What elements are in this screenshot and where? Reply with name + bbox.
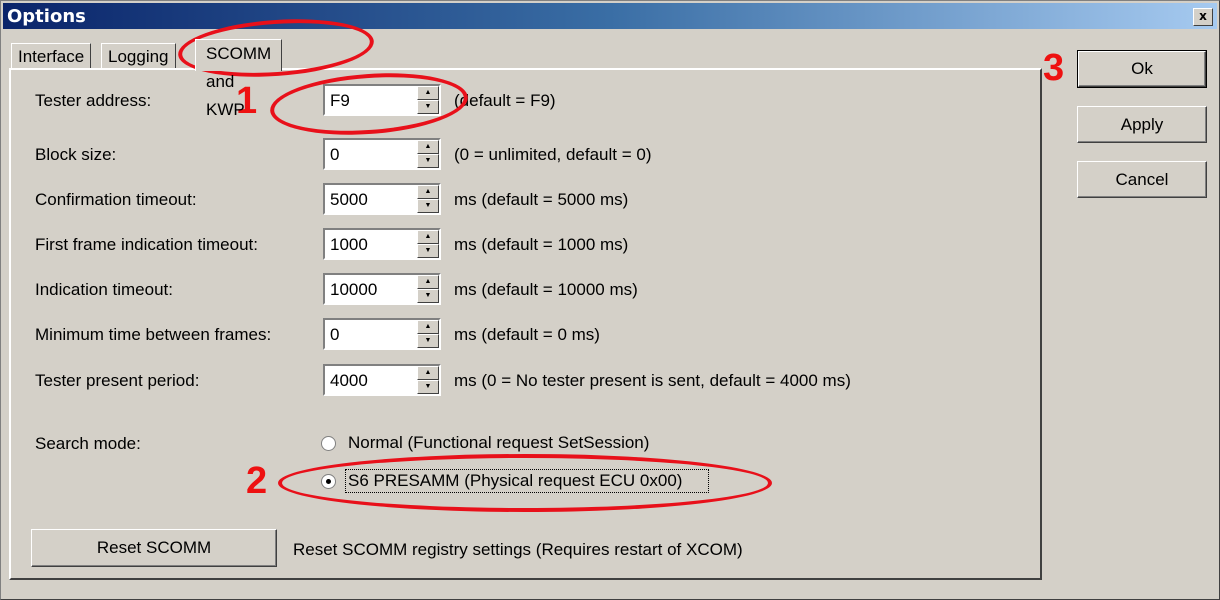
spin-down-icon[interactable]: ▼	[417, 154, 439, 168]
indication-timeout-hint: ms (default = 10000 ms)	[454, 280, 638, 299]
first-frame-timeout-value[interactable]: 1000	[330, 235, 368, 255]
spin-up-icon[interactable]: ▲	[417, 140, 439, 154]
options-dialog: Options x Interface Logging SCOMM and KW…	[0, 0, 1220, 600]
block-size-value[interactable]: 0	[330, 145, 339, 165]
radio-normal[interactable]: Normal (Functional request SetSession)	[321, 432, 651, 454]
reset-description: Reset SCOMM registry settings (Requires …	[293, 540, 743, 559]
tester-address-spinner[interactable]: F9 ▲ ▼	[323, 84, 441, 116]
radio-selected-icon[interactable]	[321, 473, 336, 489]
cancel-button[interactable]: Cancel	[1077, 161, 1207, 198]
tester-address-hint: (default = F9)	[454, 91, 556, 110]
spin-up-icon[interactable]: ▲	[417, 366, 439, 380]
radio-s6-presamm[interactable]: S6 PRESAMM (Physical request ECU 0x00)	[321, 469, 710, 493]
spin-down-icon[interactable]: ▼	[417, 334, 439, 348]
tester-present-period-label: Tester present period:	[35, 371, 200, 390]
block-size-spinner[interactable]: 0 ▲ ▼	[323, 138, 441, 170]
indication-timeout-spinner[interactable]: 10000 ▲ ▼	[323, 273, 441, 305]
ok-button[interactable]: Ok	[1077, 50, 1207, 88]
tester-present-period-spinner[interactable]: 4000 ▲ ▼	[323, 364, 441, 396]
tab-logging[interactable]: Logging	[101, 43, 176, 71]
first-frame-timeout-hint: ms (default = 1000 ms)	[454, 235, 629, 254]
confirmation-timeout-label: Confirmation timeout:	[35, 190, 197, 209]
tester-address-label: Tester address:	[35, 91, 152, 110]
spin-down-icon[interactable]: ▼	[417, 100, 439, 114]
close-icon: x	[1199, 9, 1207, 23]
confirmation-timeout-value[interactable]: 5000	[330, 190, 368, 210]
window-title: Options	[7, 6, 86, 27]
close-button[interactable]: x	[1193, 8, 1213, 26]
indication-timeout-value[interactable]: 10000	[330, 280, 377, 300]
annotation-number-3: 3	[1043, 47, 1065, 89]
spin-down-icon[interactable]: ▼	[417, 244, 439, 258]
search-mode-label: Search mode:	[35, 434, 141, 453]
confirmation-timeout-hint: ms (default = 5000 ms)	[454, 190, 629, 209]
block-size-label: Block size:	[35, 145, 117, 164]
spin-up-icon[interactable]: ▲	[417, 185, 439, 199]
tab-interface[interactable]: Interface	[11, 43, 92, 71]
min-time-between-frames-hint: ms (default = 0 ms)	[454, 325, 600, 344]
apply-button[interactable]: Apply	[1077, 106, 1207, 143]
radio-s6-presamm-label[interactable]: S6 PRESAMM (Physical request ECU 0x00)	[344, 469, 710, 493]
block-size-hint: (0 = unlimited, default = 0)	[454, 145, 652, 164]
first-frame-timeout-label: First frame indication timeout:	[35, 235, 258, 254]
tester-present-period-hint: ms (0 = No tester present is sent, defau…	[454, 371, 851, 390]
spin-down-icon[interactable]: ▼	[417, 199, 439, 213]
spin-down-icon[interactable]: ▼	[417, 289, 439, 303]
reset-scomm-button[interactable]: Reset SCOMM	[31, 529, 277, 567]
indication-timeout-label: Indication timeout:	[35, 280, 173, 299]
min-time-between-frames-value[interactable]: 0	[330, 325, 339, 345]
title-bar: Options x	[3, 3, 1217, 29]
spin-down-icon[interactable]: ▼	[417, 380, 439, 394]
tester-present-period-value[interactable]: 4000	[330, 371, 368, 391]
annotation-number-2: 2	[246, 460, 268, 502]
radio-circle-icon[interactable]	[321, 435, 336, 451]
first-frame-timeout-spinner[interactable]: 1000 ▲ ▼	[323, 228, 441, 260]
confirmation-timeout-spinner[interactable]: 5000 ▲ ▼	[323, 183, 441, 215]
min-time-between-frames-spinner[interactable]: 0 ▲ ▼	[323, 318, 441, 350]
radio-normal-label[interactable]: Normal (Functional request SetSession)	[346, 432, 651, 454]
min-time-between-frames-label: Minimum time between frames:	[35, 325, 272, 344]
tester-address-value[interactable]: F9	[330, 91, 350, 111]
tab-panel-scomm-kwp: Tester address: F9 ▲ ▼ (default = F9) Blo…	[9, 68, 1042, 580]
spin-up-icon[interactable]: ▲	[417, 230, 439, 244]
spin-up-icon[interactable]: ▲	[417, 320, 439, 334]
spin-up-icon[interactable]: ▲	[417, 275, 439, 289]
spin-up-icon[interactable]: ▲	[417, 86, 439, 100]
tab-scomm-kwp[interactable]: SCOMM and KWP	[195, 39, 283, 119]
